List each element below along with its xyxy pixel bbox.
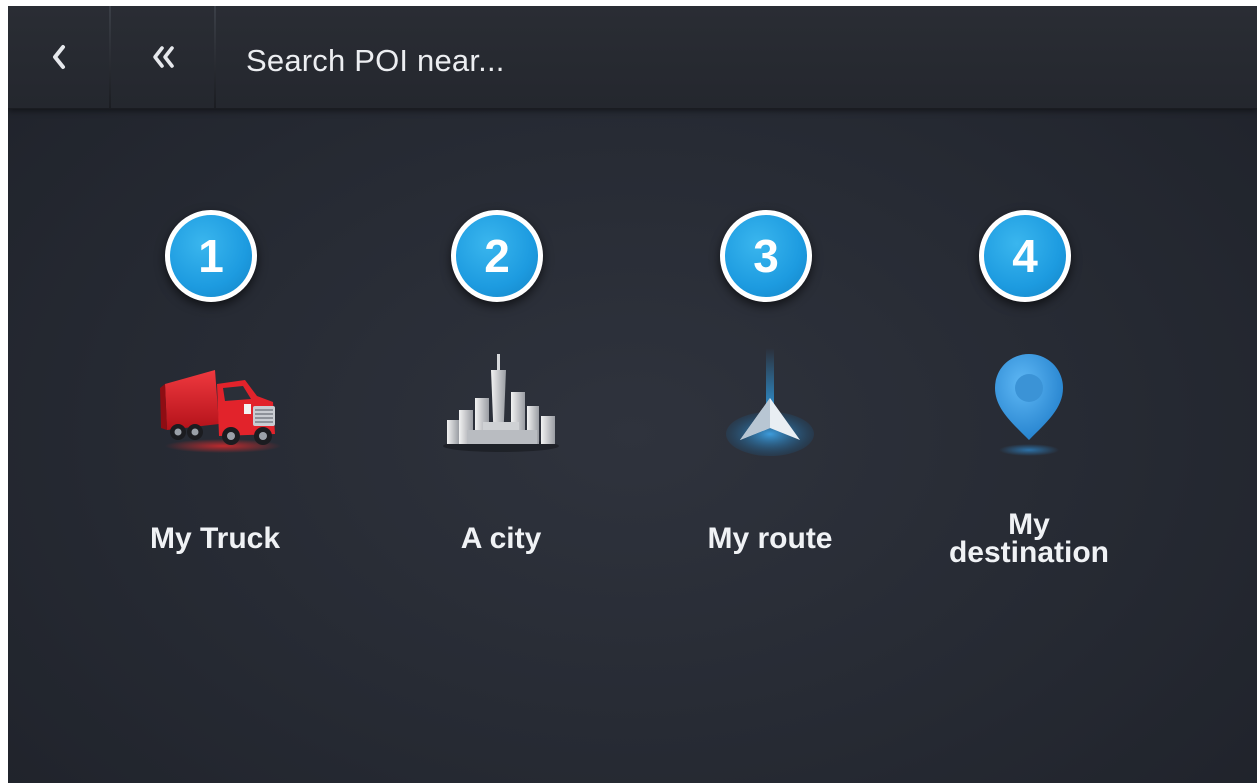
back-button[interactable]	[8, 6, 109, 108]
number-badge: 3	[720, 210, 812, 302]
location-pin-icon	[959, 344, 1099, 464]
truck-icon	[145, 344, 285, 464]
option-label: A city	[460, 522, 542, 555]
option-my-route[interactable]: 3 My route	[660, 206, 880, 586]
route-arrow-icon	[700, 344, 840, 464]
option-label: My route	[707, 522, 833, 555]
screen: Search POI near... 1 My Truck 2 A city 3…	[8, 6, 1257, 783]
double-chevron-left-icon	[152, 46, 174, 68]
chevron-left-icon	[52, 45, 65, 69]
option-a-city[interactable]: 2 A city	[391, 206, 611, 586]
number-badge: 4	[979, 210, 1071, 302]
divider	[214, 6, 216, 108]
option-my-destination[interactable]: 4 My destination	[919, 206, 1139, 586]
option-label-line2: destination	[948, 536, 1109, 569]
number-badge: 2	[451, 210, 543, 302]
top-bar: Search POI near...	[8, 6, 1257, 109]
page-title: Search POI near...	[246, 43, 505, 78]
option-label: My Truck	[149, 522, 281, 555]
number-badge: 1	[165, 210, 257, 302]
option-my-truck[interactable]: 1 My Truck	[105, 206, 325, 586]
back-to-start-button[interactable]	[111, 6, 214, 108]
city-icon	[431, 344, 571, 464]
